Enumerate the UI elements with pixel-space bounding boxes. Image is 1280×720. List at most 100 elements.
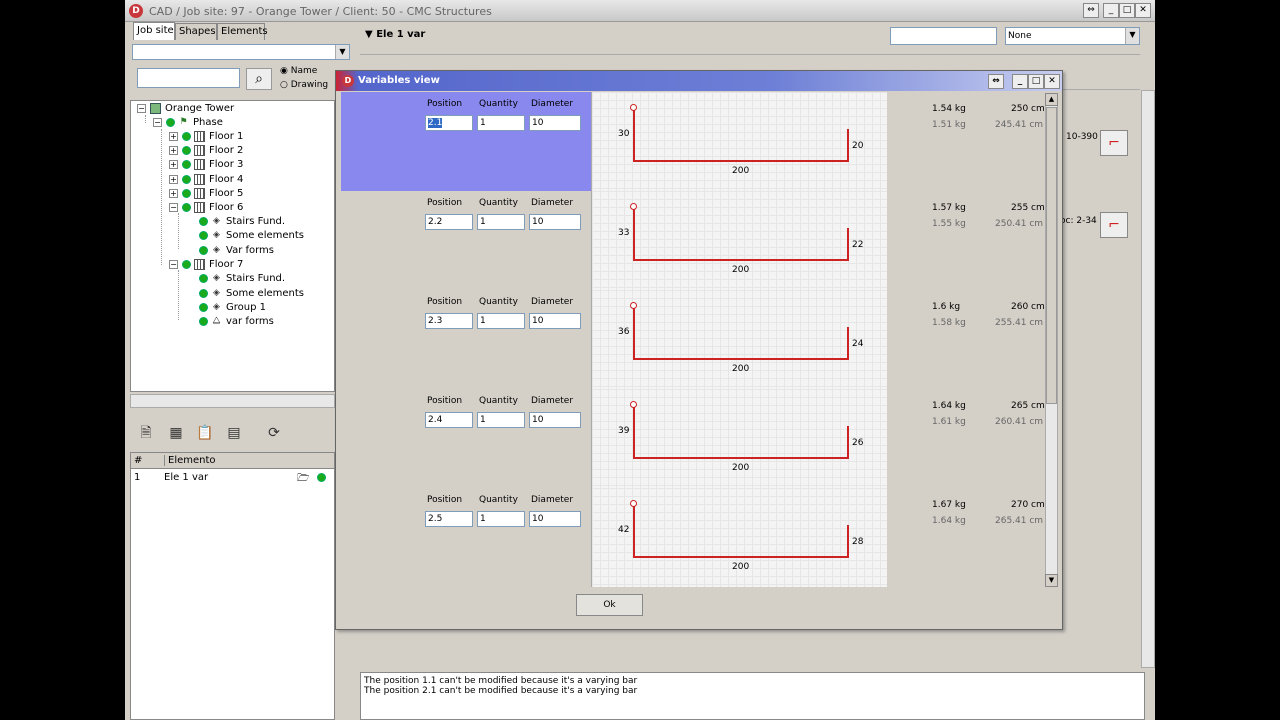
dialog-vertical-scrollbar[interactable]: ▲ ▼ [1045, 93, 1058, 587]
bar-shape-button[interactable]: ⌐ [1100, 212, 1128, 238]
name-radio-label: Name [290, 66, 318, 76]
variable-row[interactable]: Position Quantity Diameter 2.4 1 10 39 2… [341, 389, 1046, 488]
bar-weights: 1.6 kg 1.58 kg 260 cm 255.41 cm [887, 290, 1046, 389]
bar-shape-button[interactable]: ⌐ [1100, 130, 1128, 156]
scroll-down-icon[interactable]: ▼ [1045, 574, 1058, 587]
variable-row[interactable]: Position Quantity Diameter 2.5 1 10 42 2… [341, 488, 1046, 587]
tree-item[interactable]: ◈ Stairs Fund. [199, 215, 285, 229]
bar-weights: 1.64 kg 1.61 kg 265 cm 260.41 cm [887, 389, 1046, 488]
name-radio[interactable]: ◉ Name [280, 66, 317, 76]
variable-row[interactable]: Position Quantity Diameter 2.3 1 10 36 2… [341, 290, 1046, 389]
scroll-thumb[interactable] [1046, 107, 1057, 404]
diameter-field[interactable]: 10 [529, 214, 581, 230]
restore-icon[interactable]: ⇔ [1083, 3, 1099, 18]
length-real: 255.41 cm [995, 318, 1044, 328]
scroll-up-icon[interactable]: ▲ [1045, 93, 1058, 106]
close-button[interactable]: ✕ [1135, 3, 1151, 18]
collapse-icon[interactable]: ▼ [365, 29, 373, 40]
folder-icon[interactable]: 🗁 [297, 471, 309, 488]
bar-hook-icon [630, 500, 637, 507]
job-site-tree[interactable]: − Orange Tower − ⚑ Phase + Floor 1 + Floor 2 … [130, 100, 335, 392]
diameter-field[interactable]: 10 [529, 412, 581, 428]
quantity-field[interactable]: 1 [477, 511, 525, 527]
quantity-field[interactable]: 1 [477, 412, 525, 428]
variable-row-fields: Position Quantity Diameter 2.1 1 10 [341, 92, 591, 191]
tree-phase[interactable]: − ⚑ Phase [153, 116, 223, 130]
tree-floor-4[interactable]: + Floor 4 [169, 173, 243, 187]
tree-item[interactable]: ◈ Stairs Fund. [199, 272, 285, 286]
tab-shapes[interactable]: Shapes [175, 23, 217, 40]
bar-left-leg [633, 109, 635, 161]
diameter-field[interactable]: 10 [529, 115, 581, 131]
tab-elements[interactable]: Elements [217, 23, 268, 40]
add-group-icon[interactable]: ▦ [164, 422, 188, 444]
search-input[interactable] [137, 68, 240, 88]
position-field[interactable]: 2.5 [425, 511, 473, 527]
minimize-button[interactable]: _ [1012, 74, 1028, 89]
weight-nominal: 1.6 kg [932, 302, 961, 312]
table-row[interactable]: 1 Ele 1 var 🗁 [131, 470, 334, 485]
quantity-field[interactable]: 1 [477, 214, 525, 230]
minimize-button[interactable]: _ [1103, 3, 1119, 18]
bar-right-leg [847, 426, 849, 459]
position-field[interactable]: 2.4 [425, 412, 473, 428]
bar-bottom [633, 358, 849, 360]
job-site-combo[interactable]: ▼ [132, 44, 350, 60]
ok-button[interactable]: Ok [576, 594, 643, 616]
floor-icon [194, 187, 205, 199]
position-field[interactable]: 2.1 [425, 115, 473, 131]
tree-root[interactable]: − Orange Tower [137, 102, 234, 116]
filter-select[interactable]: None ▼ [1005, 27, 1140, 45]
refresh-elements-icon[interactable]: ⟳ [262, 422, 286, 444]
diameter-label: Diameter [531, 396, 574, 406]
tree-root-label: Orange Tower [165, 103, 235, 114]
add-element-icon[interactable]: 🗎 [134, 422, 158, 444]
floor-icon [194, 201, 205, 213]
element-title: ▼ Ele 1 var [365, 29, 425, 40]
tree-floor-7[interactable]: − Floor 7 [169, 258, 243, 272]
filter-input[interactable] [890, 27, 997, 45]
maximize-button[interactable]: □ [1119, 3, 1135, 18]
tab-job-site[interactable]: Job site [133, 22, 175, 40]
dialog-title-bar: D Variables view ⇔ _ □ ✕ [336, 71, 1062, 91]
tree-floor-1[interactable]: + Floor 1 [169, 130, 243, 144]
quantity-field[interactable]: 1 [477, 115, 525, 131]
tree-floor-label: Floor 1 [209, 131, 244, 142]
tree-item[interactable]: ◈ Var forms [199, 244, 274, 258]
bar-hook-icon [630, 401, 637, 408]
tree-floor-3[interactable]: + Floor 3 [169, 158, 243, 172]
diameter-field[interactable]: 10 [529, 313, 581, 329]
element-toolbar: 🗎 ▦ 📋 ▤ ⟳ [130, 420, 335, 448]
paste-element-icon[interactable]: 📋 [193, 422, 217, 444]
weight-real: 1.58 kg [932, 318, 966, 328]
position-value: 2.2 [428, 217, 443, 227]
restore-icon[interactable]: ⇔ [988, 74, 1004, 89]
floor-icon [194, 173, 205, 185]
tree-floor-label: Floor 5 [209, 188, 244, 199]
tree-floor-2[interactable]: + Floor 2 [169, 144, 243, 158]
diameter-field[interactable]: 10 [529, 511, 581, 527]
tree-floor-label: Floor 2 [209, 145, 244, 156]
variable-row[interactable]: Position Quantity Diameter 2.1 1 10 30 2… [341, 92, 1046, 191]
search-button[interactable]: ⌕ [246, 68, 272, 90]
main-vertical-scrollbar[interactable] [1141, 90, 1155, 668]
length-nominal: 260 cm [1011, 302, 1045, 312]
maximize-button[interactable]: □ [1028, 74, 1044, 89]
variable-row[interactable]: Position Quantity Diameter 2.2 1 10 33 2… [341, 191, 1046, 290]
position-field[interactable]: 2.2 [425, 214, 473, 230]
tree-floor-6[interactable]: − Floor 6 [169, 201, 243, 215]
message-line: The position 1.1 can't be modified becau… [364, 676, 638, 686]
tree-item[interactable]: ◈ Some elements [199, 287, 304, 301]
tree-horizontal-scrollbar[interactable] [130, 394, 335, 408]
bar-left-leg [633, 505, 635, 557]
tree-item[interactable]: ◈ Some elements [199, 229, 304, 243]
remove-element-icon[interactable]: ▤ [222, 422, 246, 444]
drawing-radio[interactable]: ○ Drawing [280, 80, 328, 90]
position-field[interactable]: 2.3 [425, 313, 473, 329]
tree-floor-5[interactable]: + Floor 5 [169, 187, 243, 201]
tree-item[interactable]: ⧋ var forms [199, 315, 274, 329]
bar-weights: 1.67 kg 1.64 kg 270 cm 265.41 cm [887, 488, 1046, 587]
close-button[interactable]: ✕ [1044, 74, 1060, 89]
quantity-field[interactable]: 1 [477, 313, 525, 329]
tree-item[interactable]: ◈ Group 1 [199, 301, 266, 315]
